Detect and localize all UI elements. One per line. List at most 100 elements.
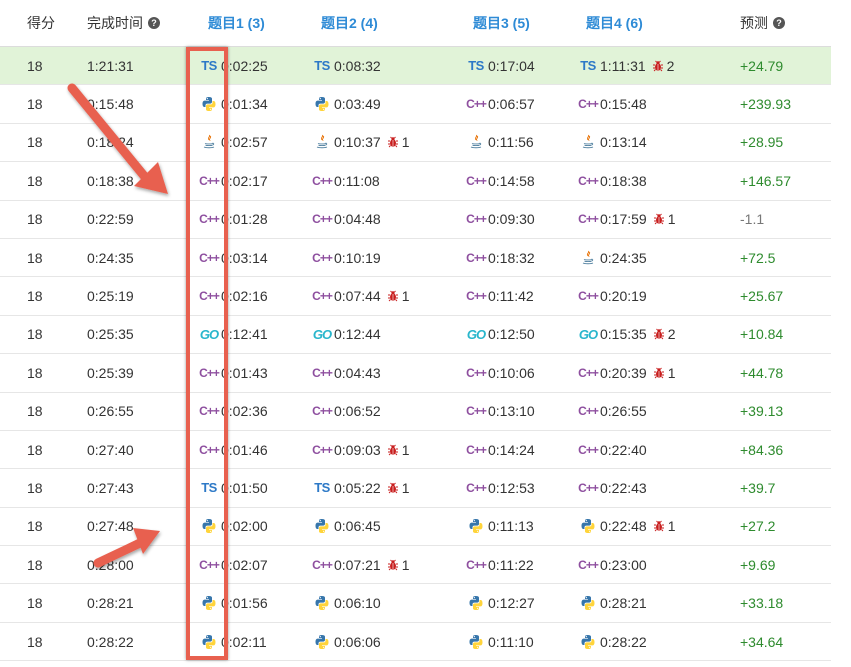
submission-time: 0:02:36 <box>221 403 268 420</box>
problem-4-cell[interactable]: C++ 0:22:43 <box>578 469 647 506</box>
prediction-cell: +146.57 <box>740 172 791 189</box>
problem-4-cell[interactable]: C++ 0:15:48 <box>578 85 647 122</box>
cpp-icon: C++ <box>578 173 599 188</box>
score-cell: 18 <box>27 326 43 343</box>
problem-2-cell[interactable]: C++ 0:04:43 <box>312 354 381 391</box>
wrong-attempts-count: 1 <box>401 479 410 496</box>
table-row[interactable]: 18 0:27:40 C++ 0:01:46 C++ 0:09:03 1 C++ 0:14:24… <box>0 431 831 470</box>
table-row[interactable]: 18 0:15:48 0:01:34 0:03:49 C++ 0:06:57 C++ 0:15… <box>0 85 831 124</box>
problem-3-cell[interactable]: C++ 0:11:42 <box>466 277 534 314</box>
problem-2-cell[interactable]: 0:06:06 <box>313 623 381 660</box>
problem-3-cell[interactable]: 0:11:10 <box>467 623 534 660</box>
problem-3-cell[interactable]: C++ 0:11:22 <box>466 546 534 583</box>
problem-2-cell[interactable]: 0:10:37 1 <box>313 124 410 161</box>
table-row[interactable]: 18 0:26:55 C++ 0:02:36 C++ 0:06:52 C++ 0:13:10 C… <box>0 393 831 431</box>
problem-4-cell[interactable]: C++ 0:20:39 1 <box>578 354 675 391</box>
problem-3-cell[interactable]: 0:12:27 <box>467 584 535 621</box>
header-problem-4[interactable]: 题目4 (6) <box>586 0 643 46</box>
table-row[interactable]: 18 0:28:22 0:02:11 0:06:06 0:11:10 0:28:22 +34… <box>0 623 831 662</box>
problem-4-cell[interactable]: TS 1:11:31 2 <box>579 47 674 84</box>
problem-3-cell[interactable]: GO 0:12:50 <box>467 316 535 353</box>
prediction-cell: +39.7 <box>740 479 776 496</box>
python-icon <box>467 518 485 534</box>
problem-2-cell[interactable]: GO 0:12:44 <box>313 316 381 353</box>
problem-2-cell[interactable]: 0:03:49 <box>313 85 381 122</box>
submission-time: 0:02:07 <box>221 556 268 573</box>
problem-3-cell[interactable]: TS 0:17:04 <box>467 47 535 84</box>
table-row[interactable]: 18 0:25:19 C++ 0:02:16 C++ 0:07:44 1 C++ 0:11:42… <box>0 277 831 316</box>
submission-time: 0:11:56 <box>488 134 534 151</box>
submission-time: 0:18:38 <box>600 172 647 189</box>
help-icon[interactable]: ? <box>773 17 785 29</box>
header-problem-2[interactable]: 题目2 (4) <box>321 0 378 46</box>
problem-3-cell[interactable]: C++ 0:13:10 <box>466 393 535 430</box>
submission-time: 0:10:37 <box>334 134 381 151</box>
submission-time: 0:20:19 <box>600 288 647 305</box>
header-problem-3[interactable]: 题目3 (5) <box>473 0 530 46</box>
problem-3-cell[interactable]: 0:11:13 <box>467 508 534 545</box>
problem-4-cell[interactable]: C++ 0:23:00 <box>578 546 647 583</box>
problem-2-cell[interactable]: 0:06:45 <box>313 508 381 545</box>
submission-time: 0:04:48 <box>334 211 381 228</box>
submission-time: 0:06:52 <box>334 403 381 420</box>
problem-3-cell[interactable]: C++ 0:18:32 <box>466 239 535 276</box>
problem-4-cell[interactable]: C++ 0:20:19 <box>578 277 647 314</box>
problem-3-cell[interactable]: 0:11:56 <box>467 124 534 161</box>
problem-2-cell[interactable]: 0:06:10 <box>313 584 381 621</box>
problem-2-cell[interactable]: C++ 0:07:21 1 <box>312 546 409 583</box>
problem-4-cell[interactable]: C++ 0:26:55 <box>578 393 647 430</box>
problem-3-cell[interactable]: C++ 0:09:30 <box>466 201 535 238</box>
cpp-icon: C++ <box>312 289 333 304</box>
cpp-icon: C++ <box>578 442 599 457</box>
table-row[interactable]: 18 0:28:00 C++ 0:02:07 C++ 0:07:21 1 C++ 0:11:22… <box>0 546 831 585</box>
python-icon <box>313 595 331 611</box>
problem-3-cell[interactable]: C++ 0:10:06 <box>466 354 535 391</box>
table-row[interactable]: 18 0:25:39 C++ 0:01:43 C++ 0:04:43 C++ 0:10:06 C… <box>0 354 831 393</box>
problem-4-cell[interactable]: 0:28:22 <box>579 623 647 660</box>
problem-3-cell[interactable]: C++ 0:12:53 <box>466 469 535 506</box>
submission-time: 0:01:28 <box>221 211 268 228</box>
problem-3-cell[interactable]: C++ 0:06:57 <box>466 85 535 122</box>
cpp-icon: C++ <box>312 173 333 188</box>
table-row[interactable]: 18 0:28:21 0:01:56 0:06:10 0:12:27 0:28:21 +33… <box>0 584 831 623</box>
problem-4-cell[interactable]: 0:13:14 <box>579 124 647 161</box>
problem-4-cell[interactable]: 0:28:21 <box>579 584 647 621</box>
typescript-icon: TS <box>314 58 330 74</box>
problem-2-cell[interactable]: C++ 0:10:19 <box>312 239 381 276</box>
table-row[interactable]: 18 1:21:31 TS 0:02:25 TS 0:08:32 TS 0:17:04 TS 1:… <box>0 47 831 86</box>
finish-time-cell: 0:26:55 <box>87 403 134 420</box>
problem-4-cell[interactable]: GO 0:15:35 2 <box>579 316 676 353</box>
table-row[interactable]: 18 0:22:59 C++ 0:01:28 C++ 0:04:48 C++ 0:09:30 C… <box>0 201 831 239</box>
score-cell: 18 <box>27 364 43 381</box>
help-icon[interactable]: ? <box>148 17 160 29</box>
submission-time: 0:24:35 <box>600 249 647 266</box>
header-problem-1[interactable]: 题目1 (3) <box>208 0 265 46</box>
problem-2-cell[interactable]: TS 0:08:32 <box>313 47 381 84</box>
problem-2-cell[interactable]: C++ 0:04:48 <box>312 201 381 238</box>
problem-2-cell[interactable]: C++ 0:07:44 1 <box>312 277 409 314</box>
problem-2-cell[interactable]: C++ 0:06:52 <box>312 393 381 430</box>
problem-3-cell[interactable]: C++ 0:14:24 <box>466 431 535 468</box>
table-row[interactable]: 18 0:18:38 C++ 0:02:17 C++ 0:11:08 C++ 0:14:58 C… <box>0 162 831 201</box>
problem-4-cell[interactable]: C++ 0:22:40 <box>578 431 647 468</box>
submission-time: 0:02:57 <box>221 134 268 151</box>
problem-4-cell[interactable]: C++ 0:17:59 1 <box>578 201 675 238</box>
problem-4-cell[interactable]: C++ 0:18:38 <box>578 162 647 199</box>
table-row[interactable]: 18 0:27:43 TS 0:01:50 TS 0:05:22 1 C++ 0:12:53 C+… <box>0 469 831 508</box>
score-cell: 18 <box>27 403 43 420</box>
score-cell: 18 <box>27 211 43 228</box>
problem-2-cell[interactable]: C++ 0:09:03 1 <box>312 431 409 468</box>
problem-4-cell[interactable]: 0:24:35 <box>579 239 647 276</box>
problem-2-cell[interactable]: TS 0:05:22 1 <box>313 469 410 506</box>
problem-4-cell[interactable]: 0:22:48 1 <box>579 508 676 545</box>
typescript-icon: TS <box>314 480 330 496</box>
problem-3-cell[interactable]: C++ 0:14:58 <box>466 162 535 199</box>
score-cell: 18 <box>27 479 43 496</box>
table-row[interactable]: 18 0:25:35 GO 0:12:41 GO 0:12:44 GO 0:12:50 GO 0:… <box>0 316 831 355</box>
table-row[interactable]: 18 0:18:24 0:02:57 0:10:37 1 0:11:56 0:13:14 +2… <box>0 124 831 163</box>
table-row[interactable]: 18 0:27:48 0:02:00 0:06:45 0:11:13 0:22:48 1 +2… <box>0 508 831 547</box>
submission-time: 0:15:35 <box>600 326 647 343</box>
problem-2-cell[interactable]: C++ 0:11:08 <box>312 162 380 199</box>
table-row[interactable]: 18 0:24:35 C++ 0:03:14 C++ 0:10:19 C++ 0:18:32 0… <box>0 239 831 278</box>
go-icon: GO <box>312 326 332 342</box>
